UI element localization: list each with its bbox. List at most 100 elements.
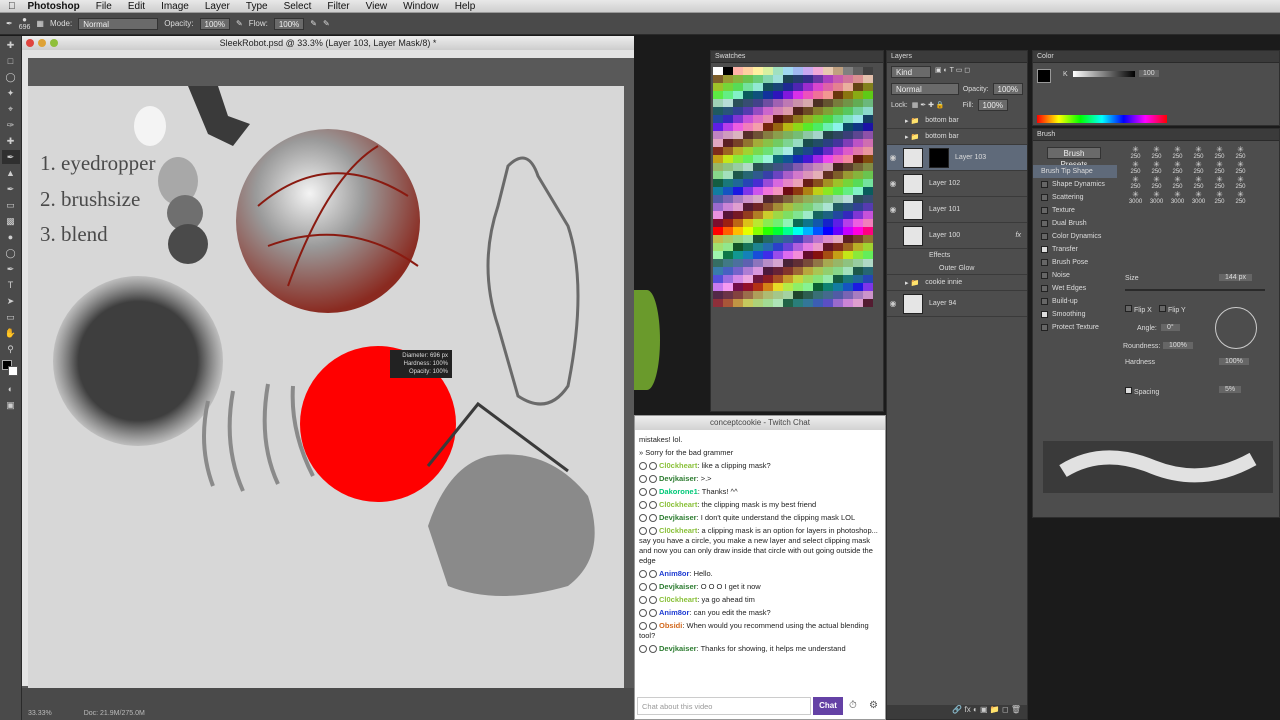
swatch[interactable] [783, 67, 793, 75]
swatch[interactable] [773, 179, 783, 187]
swatch[interactable] [813, 203, 823, 211]
swatch[interactable] [783, 139, 793, 147]
swatch[interactable] [803, 275, 813, 283]
swatch[interactable] [853, 259, 863, 267]
swatch[interactable] [733, 131, 743, 139]
zoom-icon[interactable] [50, 39, 58, 47]
swatch[interactable] [713, 227, 723, 235]
crop-tool-icon[interactable]: ⌖ [2, 102, 20, 116]
swatch[interactable] [783, 179, 793, 187]
turbo-badge-icon[interactable] [649, 622, 657, 631]
swatch[interactable] [853, 171, 863, 179]
swatch[interactable] [863, 99, 873, 107]
swatch[interactable] [723, 123, 733, 131]
swatch[interactable] [823, 195, 833, 203]
swatch[interactable] [833, 139, 843, 147]
swatch[interactable] [793, 155, 803, 163]
swatch[interactable] [813, 123, 823, 131]
swatch[interactable] [753, 219, 763, 227]
swatch[interactable] [843, 243, 853, 251]
swatch[interactable] [713, 163, 723, 171]
chat-username[interactable]: Anim8or [659, 608, 689, 617]
swatch[interactable] [863, 83, 873, 91]
brush-tip-cell[interactable]: ✳ 250 [1188, 175, 1209, 190]
swatch[interactable] [733, 219, 743, 227]
swatch[interactable] [843, 179, 853, 187]
swatch[interactable] [793, 243, 803, 251]
swatch[interactable] [863, 283, 873, 291]
swatch[interactable] [743, 187, 753, 195]
swatch[interactable] [743, 139, 753, 147]
swatch[interactable] [783, 75, 793, 83]
swatch[interactable] [833, 291, 843, 299]
swatch[interactable] [793, 283, 803, 291]
swatch[interactable] [813, 211, 823, 219]
chat-username[interactable]: Cl0ckheart [659, 595, 697, 604]
layers-footer-icons[interactable]: 🔗 fx ◐ ▣ 📁 ◻ 🗑 [887, 705, 1027, 719]
swatch[interactable] [763, 235, 773, 243]
swatch[interactable] [723, 171, 733, 179]
swatch[interactable] [793, 99, 803, 107]
swatch[interactable] [793, 275, 803, 283]
chat-username[interactable]: Anim8or [659, 569, 689, 578]
swatch[interactable] [723, 155, 733, 163]
swatch[interactable] [733, 243, 743, 251]
filter-icons[interactable]: ▣ ◐ T ▭ ◻ [935, 66, 970, 78]
swatch[interactable] [823, 67, 833, 75]
fg-color-box[interactable] [1037, 69, 1051, 83]
layer-100[interactable]: Layer 100 fx [887, 223, 1027, 249]
eye-icon[interactable]: ◉ [887, 205, 899, 214]
opt-wet-edges[interactable]: Wet Edges [1033, 282, 1117, 295]
swatch[interactable] [713, 203, 723, 211]
swatch[interactable] [813, 227, 823, 235]
swatch[interactable] [813, 299, 823, 307]
swatch[interactable] [803, 187, 813, 195]
swatch[interactable] [723, 83, 733, 91]
swatch[interactable] [793, 195, 803, 203]
brush-tip-cell[interactable]: ✳ 250 [1125, 160, 1146, 175]
swatch[interactable] [813, 251, 823, 259]
swatch[interactable] [813, 267, 823, 275]
brush-tool-icon[interactable]: ✒ [1, 150, 20, 164]
swatch[interactable] [803, 139, 813, 147]
swatch[interactable] [773, 211, 783, 219]
swatch[interactable] [813, 195, 823, 203]
swatch[interactable] [843, 219, 853, 227]
magic-wand-icon[interactable]: ✦ [2, 86, 20, 100]
swatch[interactable] [813, 275, 823, 283]
turbo-badge-icon[interactable] [649, 596, 657, 605]
brush-tip-cell[interactable]: ✳ 250 [1125, 175, 1146, 190]
apple-icon[interactable]:  [0, 1, 24, 12]
swatch[interactable] [773, 115, 783, 123]
brush-tip-cell[interactable]: ✳ 250 [1167, 160, 1188, 175]
swatch[interactable] [863, 211, 873, 219]
swatch[interactable] [793, 259, 803, 267]
swatch[interactable] [773, 283, 783, 291]
moderator-badge-icon[interactable] [639, 501, 647, 510]
swatch[interactable] [823, 115, 833, 123]
swatch[interactable] [833, 147, 843, 155]
swatch[interactable] [723, 291, 733, 299]
close-icon[interactable] [26, 39, 34, 47]
swatch[interactable] [823, 219, 833, 227]
swatch[interactable] [753, 283, 763, 291]
swatch[interactable] [853, 251, 863, 259]
swatch[interactable] [793, 235, 803, 243]
swatch[interactable] [753, 99, 763, 107]
swatch[interactable] [853, 243, 863, 251]
swatch[interactable] [723, 243, 733, 251]
swatch[interactable] [763, 83, 773, 91]
brush-tip-cell[interactable]: ✳ 250 [1230, 190, 1251, 205]
swatch[interactable] [733, 115, 743, 123]
opt-texture[interactable]: Texture [1033, 204, 1117, 217]
swatch[interactable] [823, 99, 833, 107]
swatch[interactable] [783, 259, 793, 267]
swatch[interactable] [783, 115, 793, 123]
swatch[interactable] [813, 187, 823, 195]
swatch[interactable] [793, 123, 803, 131]
shape-tool-icon[interactable]: ▭ [2, 310, 20, 324]
swatch[interactable] [783, 187, 793, 195]
swatch[interactable] [713, 187, 723, 195]
swatch[interactable] [773, 187, 783, 195]
swatch[interactable] [783, 235, 793, 243]
